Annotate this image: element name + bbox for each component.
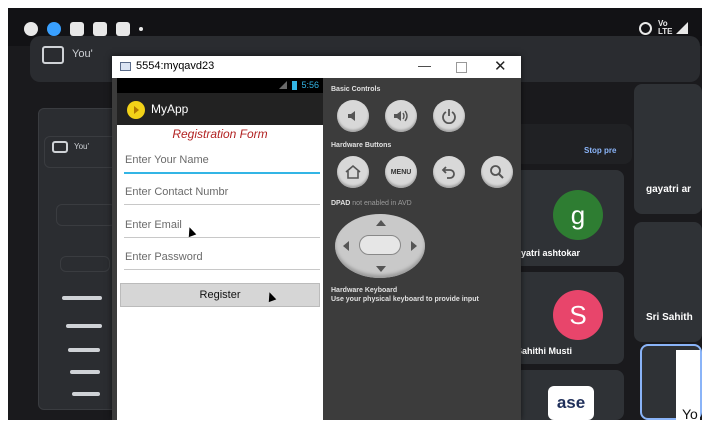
device-screen: 5:56 MyApp Registration Form Enter Your …: [117, 78, 323, 420]
basic-controls-label: Basic Controls: [331, 86, 381, 93]
emulator-title: 5554:myqavd23: [136, 60, 215, 72]
register-button[interactable]: Register: [120, 283, 320, 307]
participant-avatar: S: [553, 290, 603, 340]
search-button[interactable]: [481, 156, 513, 188]
emulator-window-icon: [120, 62, 131, 71]
notification-dot-icon: [139, 27, 143, 31]
app-title: MyApp: [151, 102, 189, 116]
hardware-buttons-label: Hardware Buttons: [331, 142, 392, 149]
participant-tile: [634, 222, 702, 342]
volte-icon: Vo LTE: [658, 19, 673, 36]
volume-down-button[interactable]: [337, 100, 369, 132]
dpad-note: not enabled in AVD: [352, 200, 412, 207]
contact-field-placeholder: Enter Contact Numbr: [125, 186, 229, 198]
telegram-icon: [70, 22, 84, 36]
power-icon: [442, 109, 456, 124]
password-field-placeholder: Enter Password: [125, 251, 203, 263]
back-button[interactable]: [433, 156, 465, 188]
screen-frame: Vo LTE You' You' Stop pre g ayatri ashto…: [8, 8, 702, 420]
emulator-title-bar[interactable]: 5554:myqavd23 — ✕: [112, 56, 521, 78]
volume-up-button[interactable]: [385, 100, 417, 132]
dpad-down-icon[interactable]: [376, 266, 386, 272]
menu-button[interactable]: MENU: [385, 156, 417, 188]
participant-name: ayatri ashtokar: [516, 248, 581, 258]
stacked-line: [72, 392, 100, 396]
stacked-line: [66, 324, 102, 328]
dpad-right-icon[interactable]: [411, 241, 417, 251]
emulator-window: 5554:myqavd23 — ✕ 5:56 MyApp Registratio…: [112, 56, 521, 420]
app-action-bar: [117, 93, 323, 125]
present-icon-small: [52, 141, 68, 153]
stop-presenting-button[interactable]: Stop pre: [584, 146, 616, 155]
minimize-icon[interactable]: —: [418, 58, 431, 73]
dpad-left-icon[interactable]: [343, 241, 349, 251]
hardware-keyboard-title: Hardware Keyboard: [331, 287, 398, 294]
hardware-keyboard-info: Hardware Keyboard Use your physical keyb…: [331, 286, 479, 304]
participant-name: Sahithi Musti: [516, 346, 572, 356]
contact-field[interactable]: Enter Contact Numbr: [124, 180, 320, 205]
dpad-center-button[interactable]: [359, 235, 401, 255]
volume-down-icon: [348, 111, 355, 121]
device-battery-icon: [292, 81, 297, 90]
app-launcher-icon: [127, 101, 145, 119]
message-icon: [93, 22, 107, 36]
stop-presenting-bar: [514, 124, 632, 164]
stacked-line: [68, 348, 100, 352]
device-time: 5:56: [301, 80, 319, 90]
stacked-window: [56, 204, 116, 226]
dpad-label-text: DPAD: [331, 200, 351, 207]
dpad[interactable]: [335, 214, 425, 278]
menu-button-label: MENU: [390, 168, 412, 176]
dpad-label: DPAD not enabled in AVD: [331, 200, 412, 207]
participant-avatar: g: [553, 190, 603, 240]
stacked-line: [62, 296, 102, 300]
participant-name: gayatri ar: [646, 184, 692, 195]
home-button[interactable]: [337, 156, 369, 188]
device-signal-icon: [279, 81, 287, 89]
search-icon: [490, 165, 504, 179]
name-field-placeholder: Enter Your Name: [125, 154, 209, 166]
settings-icon: [47, 22, 61, 36]
back-icon: [441, 166, 455, 179]
maximize-icon[interactable]: [456, 62, 467, 73]
home-icon: [345, 164, 361, 179]
whatsapp-icon: [24, 22, 38, 36]
password-field[interactable]: Enter Password: [124, 245, 320, 270]
emulator-controls-panel: Basic Controls Hardware Buttons MENU DPA…: [323, 78, 521, 420]
alarm-icon: [639, 21, 652, 35]
game-icon: [116, 22, 130, 36]
name-field[interactable]: Enter Your Name: [124, 148, 320, 174]
mini-tab-label: You': [74, 142, 90, 151]
email-field[interactable]: Enter Email: [124, 213, 320, 238]
power-button[interactable]: [433, 100, 465, 132]
signal-icon: [676, 22, 688, 34]
volume-up-icon: [394, 110, 408, 122]
hardware-keyboard-note: Use your physical keyboard to provide in…: [331, 296, 479, 303]
device-status-bar: 5:56: [117, 78, 323, 93]
close-icon[interactable]: ✕: [494, 57, 507, 75]
form-title: Registration Form: [172, 127, 268, 141]
background-tab-label: You': [72, 48, 93, 60]
present-icon: [42, 46, 64, 64]
stacked-line: [70, 370, 100, 374]
logo: ase: [548, 386, 594, 420]
email-field-placeholder: Enter Email: [125, 219, 182, 231]
stacked-window: [60, 256, 110, 272]
dpad-up-icon[interactable]: [376, 220, 386, 226]
preview-text: Yo: [682, 406, 698, 420]
participant-name: Sri Sahith: [646, 312, 693, 323]
